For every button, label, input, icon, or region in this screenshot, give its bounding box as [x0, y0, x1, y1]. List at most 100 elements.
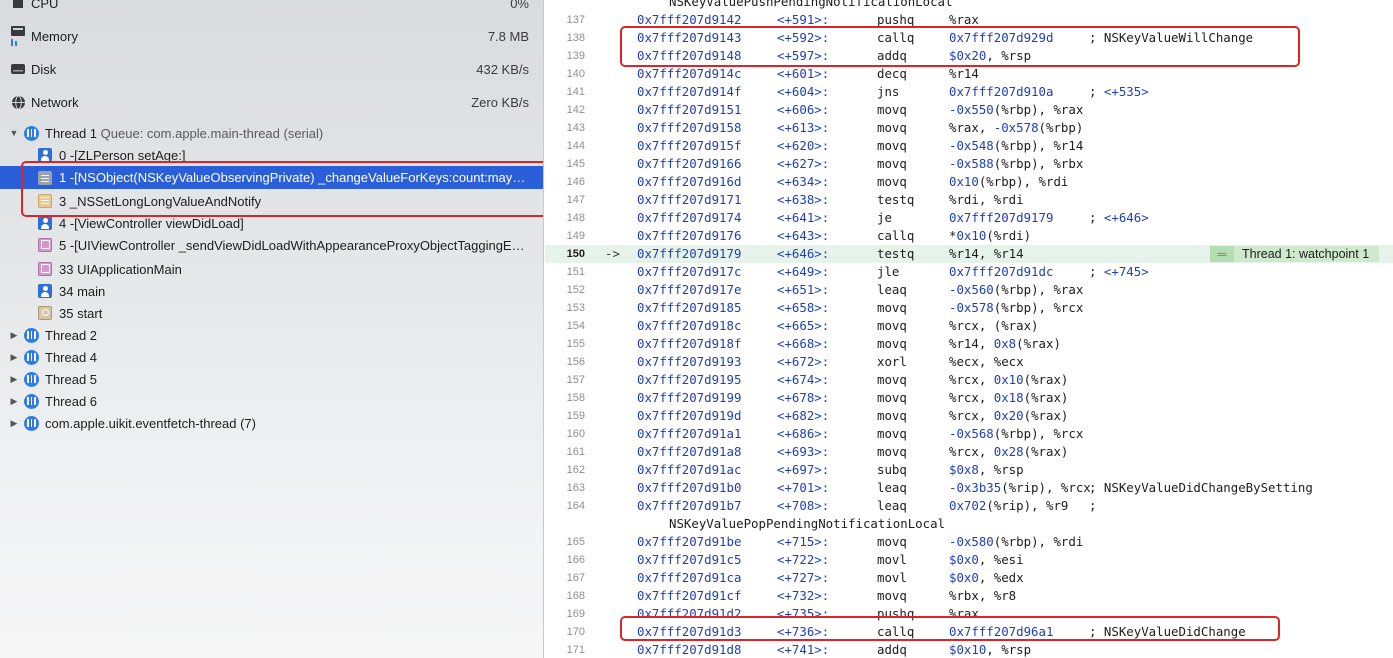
code-line[interactable]: 159 0x7fff207d919d <+682>: movq %rcx, 0x20(%… — [545, 407, 1393, 425]
code-line[interactable]: 165 0x7fff207d91be <+715>: movq -0x580(%rbp)… — [545, 533, 1393, 551]
line-number: 151 — [566, 266, 585, 278]
instruction-mnemonic: movl — [877, 570, 907, 585]
stack-frame-35[interactable]: 35 start — [0, 302, 543, 324]
line-number: 138 — [566, 32, 585, 44]
instruction-offset: <+727>: — [777, 570, 830, 585]
gauge-value: Zero KB/s — [471, 94, 529, 110]
code-line[interactable]: 143 0x7fff207d9158 <+613>: movq %rax, -0x578… — [545, 119, 1393, 137]
line-number: 159 — [566, 410, 585, 422]
instruction-offset: <+672>: — [777, 354, 830, 369]
equals-icon: ═ — [1210, 246, 1234, 262]
instruction-address: 0x7fff207d91b0 — [637, 480, 742, 495]
code-line[interactable]: 138 0x7fff207d9143 <+592>: callq 0x7fff207d9… — [545, 29, 1393, 47]
code-line[interactable]: 169 0x7fff207d91d2 <+735>: pushq %rax — [545, 605, 1393, 623]
thread-2-row[interactable]: ▶ Thread 2 — [0, 324, 543, 346]
thread-4-row[interactable]: ▶ Thread 4 — [0, 346, 543, 368]
code-line[interactable]: 171 0x7fff207d91d8 <+741>: addq $0x10, %rsp — [545, 641, 1393, 658]
code-line[interactable]: 148 0x7fff207d9174 <+641>: je 0x7fff207d9179… — [545, 209, 1393, 227]
gauge-network[interactable]: Network Zero KB/s — [0, 87, 543, 117]
disclosure-collapsed-icon[interactable]: ▶ — [9, 330, 19, 341]
disclosure-expanded-icon[interactable]: ▼ — [9, 128, 19, 138]
stack-frame-4[interactable]: 4 -[ViewController viewDidLoad] — [0, 212, 543, 234]
instruction-address: 0x7fff207d9142 — [637, 12, 742, 27]
thread-6-row[interactable]: ▶ Thread 6 — [0, 390, 543, 412]
gauge-disk[interactable]: Disk 432 KB/s — [0, 54, 543, 84]
code-line[interactable]: 154 0x7fff207d918c <+665>: movq %rcx, (%rax) — [545, 317, 1393, 335]
code-line[interactable]: 161 0x7fff207d91a8 <+693>: movq %rcx, 0x28(%… — [545, 443, 1393, 461]
instruction-address: 0x7fff207d9151 — [637, 102, 742, 117]
disclosure-collapsed-icon[interactable]: ▶ — [9, 374, 19, 385]
thread-5-row[interactable]: ▶ Thread 5 — [0, 368, 543, 390]
code-line[interactable]: 163 0x7fff207d91b0 <+701>: leaq -0x3b35(%rip… — [545, 479, 1393, 497]
code-line[interactable]: 141 0x7fff207d914f <+604>: jns 0x7fff207d910… — [545, 83, 1393, 101]
gauge-label: Network — [31, 94, 79, 110]
instruction-address: 0x7fff207d91b7 — [637, 498, 742, 513]
instruction-address: 0x7fff207d918f — [637, 336, 742, 351]
code-line[interactable]: 145 0x7fff207d9166 <+627>: movq -0x588(%rbp)… — [545, 155, 1393, 173]
instruction-mnemonic: callq — [877, 228, 915, 243]
code-line[interactable]: 158 0x7fff207d9199 <+678>: movq %rcx, 0x18(%… — [545, 389, 1393, 407]
code-line[interactable]: 164 0x7fff207d91b7 <+708>: leaq 0x702(%rip),… — [545, 497, 1393, 515]
instruction-address: 0x7fff207d9148 — [637, 48, 742, 63]
instruction-address: 0x7fff207d9176 — [637, 228, 742, 243]
instruction-offset: <+697>: — [777, 462, 830, 477]
code-line-current[interactable]: 150 -> 0x7fff207d9179 <+646>: testq %r14, %r1… — [545, 245, 1393, 263]
code-line[interactable]: 166 0x7fff207d91c5 <+722>: movl $0x0, %esi — [545, 551, 1393, 569]
thread-1-row[interactable]: ▼ Thread 1 Queue: com.apple.main-thread … — [0, 122, 543, 144]
code-line-symbol[interactable]: NSKeyValuePopPendingNotificationLocal — [545, 515, 1393, 533]
instruction-mnemonic: pushq — [877, 606, 915, 621]
code-line[interactable]: 147 0x7fff207d9171 <+638>: testq %rdi, %rdi — [545, 191, 1393, 209]
code-line[interactable]: 140 0x7fff207d914c <+601>: decq %r14 — [545, 65, 1393, 83]
instruction-mnemonic: jns — [877, 84, 900, 99]
stack-frame-5[interactable]: 5 -[UIViewController _sendViewDidLoadWit… — [0, 234, 543, 256]
code-line[interactable]: 170 0x7fff207d91d3 <+736>: callq 0x7fff207d9… — [545, 623, 1393, 641]
code-line[interactable]: 139 0x7fff207d9148 <+597>: addq $0x20, %rsp — [545, 47, 1393, 65]
watchpoint-annotation[interactable]: ═ Thread 1: watchpoint 1 — [1210, 246, 1380, 262]
disclosure-collapsed-icon[interactable]: ▶ — [9, 352, 19, 363]
gauge-cpu[interactable]: CPU 0% — [0, 0, 543, 18]
disclosure-collapsed-icon[interactable]: ▶ — [9, 396, 19, 407]
code-line[interactable]: 152 0x7fff207d917e <+651>: leaq -0x560(%rbp)… — [545, 281, 1393, 299]
stack-frame-0[interactable]: 0 -[ZLPerson setAge:] — [0, 144, 543, 166]
stack-frame-1[interactable]: 1 -[NSObject(NSKeyValueObservingPrivate)… — [0, 166, 543, 189]
stack-frame-3[interactable]: 3 _NSSetLongLongValueAndNotify — [0, 190, 543, 212]
code-line[interactable]: 160 0x7fff207d91a1 <+686>: movq -0x568(%rbp)… — [545, 425, 1393, 443]
thread-7-row[interactable]: ▶ com.apple.uikit.eventfetch-thread (7) — [0, 412, 543, 434]
instruction-address: 0x7fff207d91a8 — [637, 444, 742, 459]
stack-frame-34[interactable]: 34 main — [0, 280, 543, 302]
code-line[interactable]: 155 0x7fff207d918f <+668>: movq %r14, 0x8(%r… — [545, 335, 1393, 353]
code-line[interactable]: 142 0x7fff207d9151 <+606>: movq -0x550(%rbp)… — [545, 101, 1393, 119]
code-line[interactable]: 162 0x7fff207d91ac <+697>: subq $0x8, %rsp — [545, 461, 1393, 479]
code-line[interactable]: 156 0x7fff207d9193 <+672>: xorl %ecx, %ecx — [545, 353, 1393, 371]
gauge-memory[interactable]: Memory 7.8 MB — [0, 21, 543, 51]
stack-frame-33[interactable]: 33 UIApplicationMain — [0, 258, 543, 280]
instruction-operands: $0x20, %rsp — [949, 48, 1032, 63]
code-line[interactable]: 149 0x7fff207d9176 <+643>: callq *0x10(%rdi) — [545, 227, 1393, 245]
code-line[interactable]: 137 0x7fff207d9142 <+591>: pushq %rax — [545, 11, 1393, 29]
instruction-address: 0x7fff207d91ac — [637, 462, 742, 477]
disassembly-editor[interactable]: NSKeyValuePushPendingNotificationLocal 13… — [545, 0, 1393, 658]
code-line[interactable]: 146 0x7fff207d916d <+634>: movq 0x10(%rbp), … — [545, 173, 1393, 191]
instruction-operands: 0x7fff207d929d — [949, 30, 1054, 45]
instruction-operands: 0x7fff207d910a — [949, 84, 1054, 99]
code-line[interactable]: 167 0x7fff207d91ca <+727>: movl $0x0, %edx — [545, 569, 1393, 587]
symbol-name: NSKeyValuePopPendingNotificationLocal — [669, 516, 946, 531]
thread-icon — [24, 125, 39, 141]
gauge-value: 0% — [510, 0, 529, 11]
instruction-offset: <+606>: — [777, 102, 830, 117]
instruction-address: 0x7fff207d91a1 — [637, 426, 742, 441]
code-line[interactable]: 151 0x7fff207d917c <+649>: jle 0x7fff207d91d… — [545, 263, 1393, 281]
instruction-operands: -0x580(%rbp), %rdi — [949, 534, 1084, 549]
code-line[interactable]: 144 0x7fff207d915f <+620>: movq -0x548(%rbp)… — [545, 137, 1393, 155]
system-framework-frame-icon — [38, 170, 52, 185]
line-number: 155 — [566, 338, 585, 350]
disclosure-collapsed-icon[interactable]: ▶ — [9, 418, 19, 429]
code-line[interactable]: 153 0x7fff207d9185 <+658>: movq -0x578(%rbp)… — [545, 299, 1393, 317]
code-line[interactable]: 168 0x7fff207d91cf <+732>: movq %rbx, %r8 — [545, 587, 1393, 605]
instruction-operands: %rcx, 0x20(%rax) — [949, 408, 1069, 423]
thread-icon — [24, 327, 39, 343]
instruction-offset: <+674>: — [777, 372, 830, 387]
code-line[interactable]: 157 0x7fff207d9195 <+674>: movq %rcx, 0x10(%… — [545, 371, 1393, 389]
instruction-offset: <+601>: — [777, 66, 830, 81]
instruction-address: 0x7fff207d91d8 — [637, 642, 742, 657]
